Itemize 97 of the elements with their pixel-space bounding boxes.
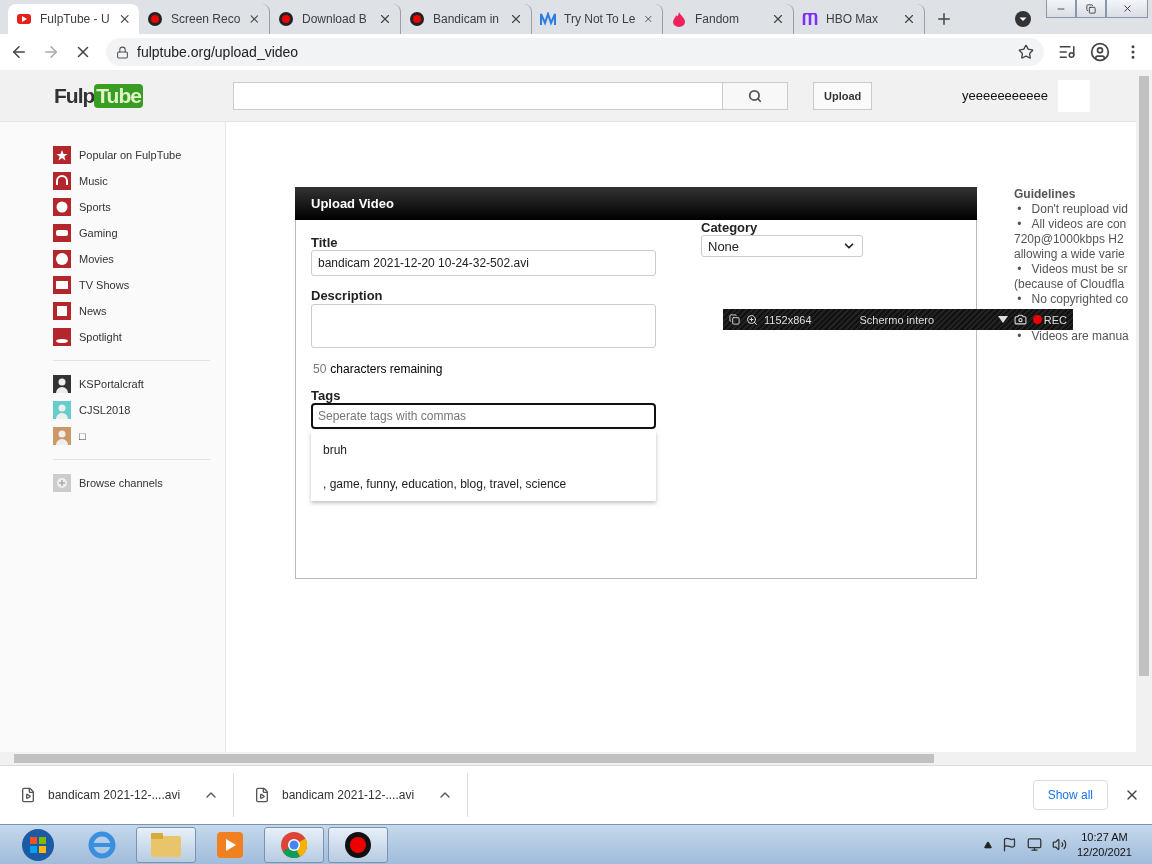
sidebar-link[interactable]: Spotlight (79, 331, 122, 343)
search-field[interactable] (233, 81, 723, 110)
url-text: fulptube.org/upload_video (137, 44, 299, 60)
browser-tab[interactable]: FulpTube - U (8, 4, 139, 34)
guideline-text: • Videos are manua (1016, 329, 1130, 344)
channel-link[interactable]: CJSL2018 (79, 404, 131, 416)
guideline-text: • Don't reupload vid (1016, 202, 1129, 217)
sidebar-link[interactable]: Sports (79, 201, 111, 213)
vertical-scrollbar[interactable] (1136, 70, 1152, 752)
bookmark-star-icon[interactable] (1018, 44, 1034, 60)
sidebar-link[interactable]: Popular on FulpTube (79, 149, 182, 161)
profile-icon[interactable] (1090, 42, 1110, 62)
close-icon[interactable] (902, 12, 916, 26)
rec-button[interactable]: REC (1043, 313, 1067, 326)
close-button[interactable] (1106, 0, 1148, 18)
site-logo[interactable]: FulpTube (54, 83, 214, 108)
search-icon (748, 88, 762, 103)
address-bar[interactable]: fulptube.org/upload_video (106, 38, 1044, 66)
field-label: Title (311, 235, 339, 250)
mode-text: Schermo intero (859, 313, 935, 326)
close-icon (1121, 3, 1133, 14)
back-icon[interactable] (10, 43, 28, 61)
suggestion-item[interactable]: , game, funny, education, blog, travel, science (311, 477, 656, 491)
guideline-text: 720p@1000kbps H2 (1014, 232, 1125, 247)
record-icon[interactable] (328, 826, 388, 863)
tab-search-icon[interactable] (1015, 11, 1031, 27)
sidebar-link[interactable]: News (79, 305, 107, 317)
guideline-text: (because of Cloudfla (1014, 277, 1126, 292)
close-icon[interactable] (771, 12, 785, 26)
download-item[interactable]: bandicam 2021-12-....avi (234, 773, 468, 817)
lock-icon (116, 45, 129, 59)
tray-arrow-icon[interactable] (983, 840, 992, 849)
description-field[interactable] (311, 304, 656, 348)
guideline-text: • Videos must be sr (1016, 262, 1129, 277)
tv-icon (53, 276, 71, 294)
field-label: Category (701, 220, 759, 235)
field-label: Tags (311, 388, 342, 403)
record-icon (410, 12, 424, 26)
username[interactable]: yeeeeeeeeeee (961, 88, 1048, 103)
avatar-icon (53, 375, 71, 393)
camera-icon[interactable] (1013, 313, 1027, 326)
volume-icon[interactable] (1051, 837, 1067, 852)
channel-link[interactable]: □ (79, 430, 86, 442)
folder-icon[interactable] (136, 826, 196, 863)
record-icon (148, 12, 162, 26)
resolution-text: 1152x864 (764, 313, 812, 326)
remaining-text: characters remaining (330, 362, 443, 376)
dropdown-icon[interactable] (997, 316, 1008, 323)
wave-icon (540, 12, 556, 26)
close-icon[interactable] (378, 12, 392, 26)
upload-button[interactable]: Upload (813, 81, 873, 110)
sidebar-link[interactable]: Music (79, 175, 108, 187)
plus-icon (53, 474, 71, 492)
media-control-icon[interactable] (1058, 43, 1076, 61)
tags-field[interactable]: Seperate tags with commas (311, 403, 656, 429)
video-icon (17, 14, 31, 24)
new-tab-icon[interactable] (935, 10, 953, 28)
sidebar-link[interactable]: TV Shows (79, 279, 130, 291)
network-icon[interactable] (1026, 837, 1042, 852)
headphones-icon (53, 172, 71, 190)
avatar-icon (53, 401, 71, 419)
restore-icon (1086, 3, 1096, 14)
file-icon (254, 787, 270, 803)
horizontal-scrollbar[interactable] (0, 752, 1152, 765)
record-dot-icon (1032, 315, 1042, 324)
guideline-text: • All videos are con (1016, 217, 1128, 232)
spotlight-icon (53, 328, 71, 346)
sidebar-link[interactable]: Movies (79, 253, 114, 265)
close-icon[interactable] (248, 12, 261, 26)
guidelines-title: Guidelines (1014, 187, 1077, 202)
suggestion-item[interactable]: bruh (311, 443, 656, 457)
letter-m-icon (802, 13, 818, 25)
show-all-button[interactable]: Show all (1032, 780, 1108, 810)
record-icon (279, 12, 293, 26)
chrome-icon[interactable] (264, 826, 324, 863)
panel-title: Upload Video (295, 187, 977, 220)
clock[interactable]: 10:27 AM 12/20/2021 (1076, 829, 1132, 860)
category-select[interactable]: None (701, 235, 863, 257)
sidebar-link[interactable]: Gaming (79, 227, 118, 239)
minimize-button[interactable] (1046, 0, 1076, 18)
file-icon (20, 787, 36, 803)
avatar-icon (53, 427, 71, 445)
restore-button[interactable] (1076, 0, 1106, 18)
character-count: 50 (313, 362, 327, 376)
close-icon[interactable] (509, 12, 523, 26)
title-field[interactable]: bandicam 2021-12-20 10-24-32-502.avi (311, 250, 656, 276)
field-label: Description (311, 288, 384, 303)
guideline-text: allowing a wide varie (1014, 247, 1126, 262)
zoom-icon[interactable] (746, 313, 758, 326)
download-item[interactable]: bandicam 2021-12-....avi (0, 773, 234, 817)
guideline-text: • No copyrighted co (1016, 292, 1130, 307)
flag-icon[interactable] (1001, 837, 1017, 852)
window-icon[interactable] (729, 314, 740, 325)
flame-icon (673, 11, 685, 27)
channel-link[interactable]: KSPortalcraft (79, 378, 144, 390)
search-button[interactable] (723, 81, 788, 110)
sidebar-link[interactable]: Browse channels (79, 477, 163, 489)
